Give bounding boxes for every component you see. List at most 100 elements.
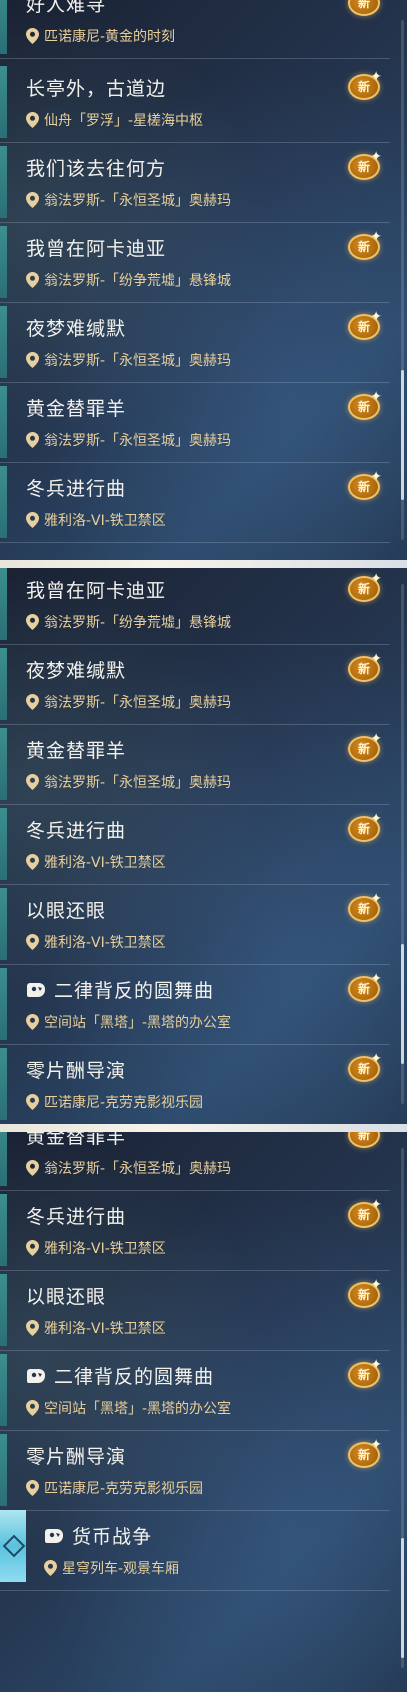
location-text: 翁法罗斯-「永恒圣城」奥赫玛 [44, 433, 232, 449]
sparkle-icon: ✦ [370, 811, 382, 827]
list-item[interactable]: 夜梦难缄默 翁法罗斯-「永恒圣城」奥赫玛 新 ✦ [0, 302, 390, 383]
list-item[interactable]: 黄金替罪羊 翁法罗斯-「永恒圣城」奥赫玛 新✦ [0, 382, 390, 463]
scrollbar[interactable] [401, 584, 404, 1104]
list-item[interactable]: 黄金替罪羊 翁法罗斯-「永恒圣城」奥赫玛 新✦ [0, 724, 390, 805]
screenshot-divider [0, 560, 407, 568]
item-title-text: 二律背反的圆舞曲 [54, 980, 215, 1002]
companion-quest-icon [27, 983, 45, 997]
item-title: 黄金替罪羊 [26, 398, 127, 420]
new-badge: 新✦ [346, 1358, 382, 1388]
location-pin-icon [26, 432, 39, 448]
item-accent [0, 648, 7, 720]
scrollbar-thumb[interactable] [401, 944, 404, 1064]
location-pin-icon [26, 1160, 39, 1176]
new-badge: 新✦ [346, 812, 382, 842]
list-item[interactable]: 二律背反的圆舞曲 空间站「黑塔」-黑塔的办公室 新 ✦ [0, 964, 390, 1045]
location-pin-icon [44, 1560, 57, 1576]
companion-quest-icon [27, 1369, 45, 1383]
item-title: 零片酬导演 [26, 1060, 127, 1082]
new-badge: 新✦ [346, 1278, 382, 1308]
list-item[interactable]: 黄金替罪羊 翁法罗斯-「永恒圣城」奥赫玛 新✦ [0, 1128, 390, 1191]
item-accent [0, 1048, 7, 1120]
sparkle-icon: ✦ [370, 69, 382, 85]
item-location: 雅利洛-VI-铁卫禁区 [26, 852, 166, 872]
scrollbar-thumb[interactable] [401, 1538, 404, 1658]
item-title: 长亭外，古道边 [26, 78, 167, 100]
location-pin-icon [26, 112, 39, 128]
location-pin-icon [26, 694, 39, 710]
list-item[interactable]: 二律背反的圆舞曲 空间站「黑塔」-黑塔的办公室 新 ✦ [0, 1350, 390, 1431]
location-text: 仙舟「罗浮」-星槎海中枢 [44, 113, 204, 129]
location-text: 匹诺康尼-黄金的时刻 [44, 29, 176, 45]
item-title: 二律背反的圆舞曲 [26, 976, 214, 1003]
item-location: 翁法罗斯-「永恒圣城」奥赫玛 [26, 190, 231, 210]
location-text: 雅利洛-VI-铁卫禁区 [44, 513, 166, 529]
new-badge: 新✦ [346, 972, 382, 1002]
item-title: 零片酬导演 [26, 1446, 127, 1468]
new-badge: 新✦ [346, 572, 382, 602]
location-text: 匹诺康尼-克劳克影视乐园 [44, 1481, 204, 1497]
list-item[interactable]: 冬兵进行曲 雅利洛-VI-铁卫禁区 新 ✦ [0, 462, 390, 543]
sparkle-icon: ✦ [370, 469, 382, 485]
badge-label: 新 [348, 0, 380, 16]
sparkle-icon: ✦ [370, 149, 382, 165]
list-item[interactable]: 零片酬导演 匹诺康尼-克劳克影视乐园 新 ✦ [0, 1044, 390, 1125]
item-location: 翁法罗斯-「纷争荒墟」悬锋城 [26, 270, 231, 290]
list-panel-3: 黄金替罪羊 翁法罗斯-「永恒圣城」奥赫玛 新✦ 冬兵进行曲 雅利洛-VI-铁卫禁… [0, 1128, 407, 1692]
item-title: 冬兵进行曲 [26, 820, 127, 842]
scrollbar[interactable] [401, 20, 404, 540]
scrollbar[interactable] [401, 1148, 404, 1668]
location-pin-icon [26, 1014, 39, 1030]
location-text: 雅利洛-VI-铁卫禁区 [44, 855, 166, 871]
item-title: 冬兵进行曲 [26, 478, 127, 500]
item-accent [0, 226, 7, 298]
sparkle-icon: ✦ [370, 1437, 382, 1453]
item-location: 翁法罗斯-「纷争荒墟」悬锋城 [26, 612, 231, 632]
sparkle-icon: ✦ [370, 891, 382, 907]
location-pin-icon [26, 192, 39, 208]
location-pin-icon [26, 1480, 39, 1496]
location-pin-icon [26, 1094, 39, 1110]
item-accent [0, 1354, 7, 1426]
sparkle-icon: ✦ [370, 1197, 382, 1213]
list-item[interactable]: 我曾在阿卡迪亚 翁法罗斯-「纷争荒墟」悬锋城 新 ✦ [0, 564, 390, 645]
item-location: 翁法罗斯-「永恒圣城」奥赫玛 [26, 1158, 231, 1178]
sparkle-icon: ✦ [370, 1277, 382, 1293]
scrollbar-thumb[interactable] [401, 370, 404, 500]
sparkle-icon: ✦ [370, 389, 382, 405]
item-title-text: 货币战争 [72, 1526, 153, 1548]
new-badge: 新✦ [346, 150, 382, 180]
sparkle-icon: ✦ [370, 731, 382, 747]
list-item[interactable]: 冬兵进行曲 雅利洛-VI-铁卫禁区 新 ✦ [0, 804, 390, 885]
list-item[interactable]: 以眼还眼 雅利洛-VI-铁卫禁区 新 ✦ [0, 884, 390, 965]
list-panel-1: 好人难寻 匹诺康尼-黄金的时刻 新✦ 长亭外，古道边 仙舟「罗浮」-星槎海中枢 … [0, 0, 407, 564]
list-item[interactable]: 夜梦难缄默 翁法罗斯-「永恒圣城」奥赫玛 新 ✦ [0, 644, 390, 725]
list-item[interactable]: 长亭外，古道边 仙舟「罗浮」-星槎海中枢 新 ✦ [0, 62, 390, 143]
item-accent [0, 66, 7, 138]
list-item[interactable]: 冬兵进行曲 雅利洛-VI-铁卫禁区 新 ✦ [0, 1190, 390, 1271]
location-pin-icon [26, 854, 39, 870]
companion-quest-icon [45, 1529, 63, 1543]
location-pin-icon [26, 512, 39, 528]
item-location: 匹诺康尼-克劳克影视乐园 [26, 1478, 203, 1498]
list-item[interactable]: 好人难寻 匹诺康尼-黄金的时刻 新✦ [0, 0, 390, 59]
location-text: 匹诺康尼-克劳克影视乐园 [44, 1095, 204, 1111]
sparkle-icon: ✦ [370, 1357, 382, 1373]
location-text: 翁法罗斯-「永恒圣城」奥赫玛 [44, 193, 232, 209]
list-item[interactable]: 我曾在阿卡迪亚 翁法罗斯-「纷争荒墟」悬锋城 新 ✦ [0, 222, 390, 303]
location-text: 星穹列车-观景车厢 [62, 1561, 180, 1577]
item-title: 夜梦难缄默 [26, 660, 127, 682]
item-location: 星穹列车-观景车厢 [44, 1558, 179, 1578]
item-location: 雅利洛-VI-铁卫禁区 [26, 932, 166, 952]
item-accent [0, 1128, 7, 1186]
item-location: 翁法罗斯-「永恒圣城」奥赫玛 [26, 772, 231, 792]
sparkle-icon: ✦ [370, 571, 382, 587]
new-badge: 新✦ [346, 390, 382, 420]
item-title: 冬兵进行曲 [26, 1206, 127, 1228]
list-item[interactable]: 以眼还眼 雅利洛-VI-铁卫禁区 新 ✦ [0, 1270, 390, 1351]
list-item[interactable]: 我们该去往何方 翁法罗斯-「永恒圣城」奥赫玛 新 ✦ [0, 142, 390, 223]
location-text: 翁法罗斯-「永恒圣城」奥赫玛 [44, 695, 232, 711]
list-item-selected[interactable]: 货币战争 星穹列车-观景车厢 [0, 1510, 390, 1591]
list-item[interactable]: 零片酬导演 匹诺康尼-克劳克影视乐园 新 ✦ [0, 1430, 390, 1511]
item-title: 二律背反的圆舞曲 [26, 1362, 214, 1389]
